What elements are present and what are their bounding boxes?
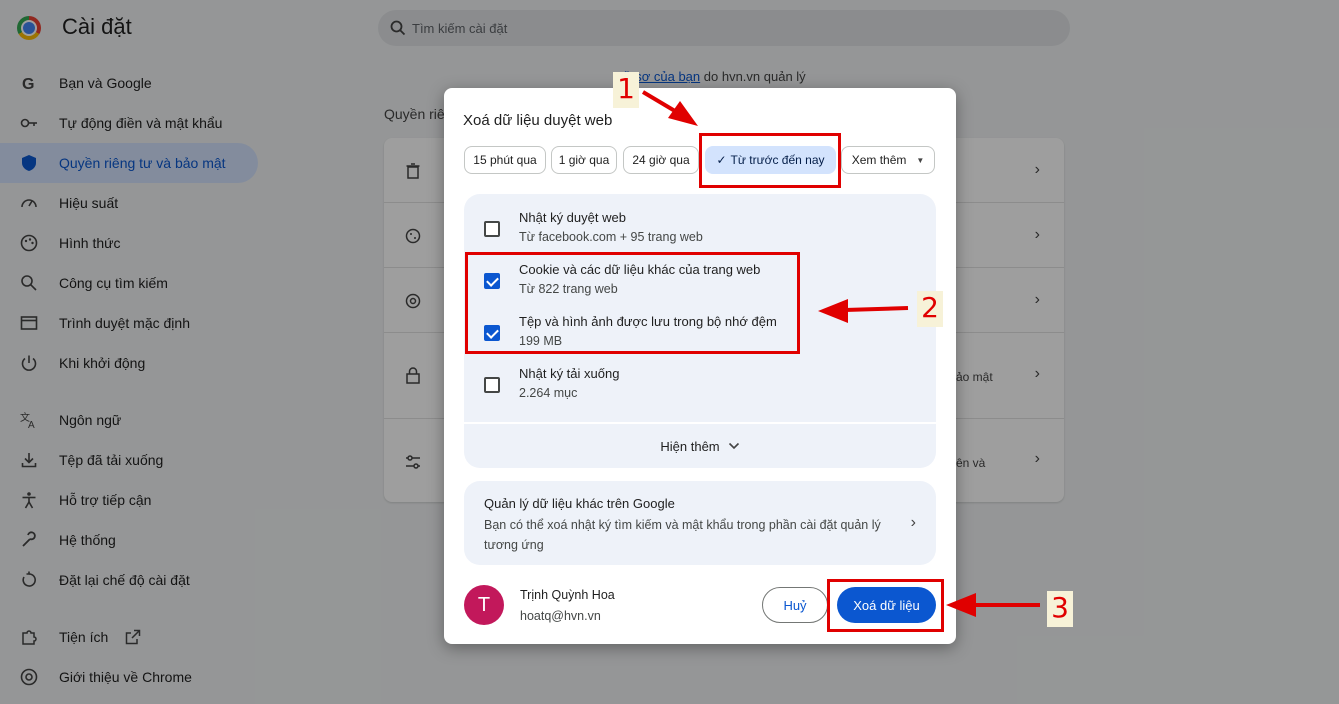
arrow-step-3	[946, 593, 1040, 617]
arrow-step-1	[641, 90, 698, 126]
arrow-step-2	[818, 299, 909, 323]
annotation-arrows	[641, 90, 1040, 617]
